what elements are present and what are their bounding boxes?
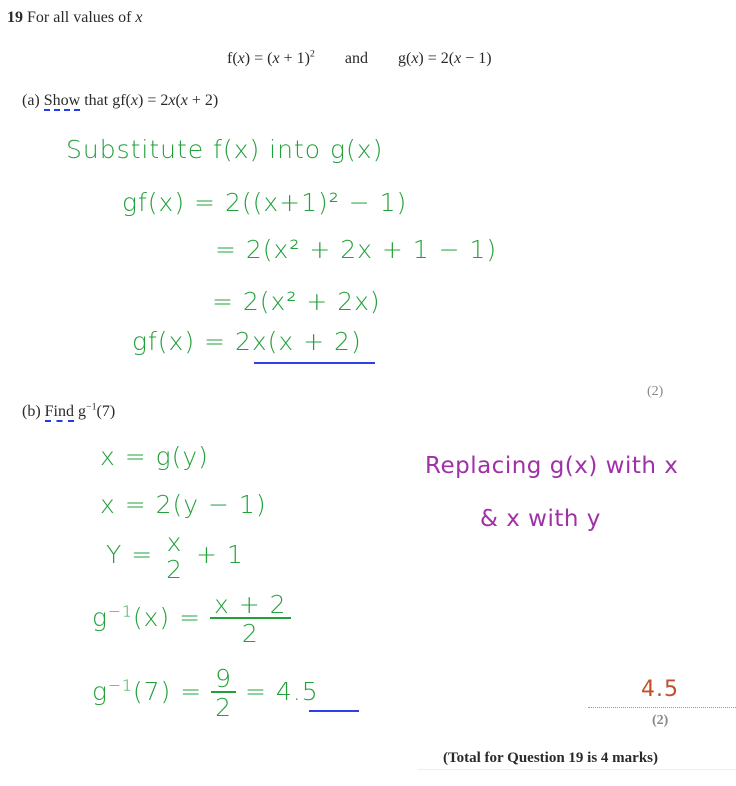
working-b-line-1: x = g(y) [100,442,209,471]
answer-b-underline [309,710,359,712]
fraction-x-over-2: x2 [166,528,184,584]
working-a-line-1: Substitute f(x) into g(x) [66,135,384,164]
command-word-show[interactable]: Show [43,92,81,111]
working-a-line-5: gf(x) = 2x(x + 2) [132,327,362,356]
part-a-prompt-text: that gf(x) = 2x(x + 2) [84,92,219,109]
part-b-prompt-text: g−1(7) [78,401,116,420]
working-a-line-2: gf(x) = 2((x+1)² − 1) [122,188,408,217]
working-b-line-4: g−1(x) = x + 22 [92,592,291,646]
g-definition: g(x) = 2(x − 1) [397,50,492,67]
part-b-marks: (2) [652,713,669,728]
note-line-2: & x with y [480,506,601,532]
answer-a-underline [254,362,375,364]
part-a-prompt: (a) Show that gf(x) = 2x(x + 2) [22,92,219,111]
question-number: 19 [7,9,23,26]
question-header: 19 For all values of x [7,9,143,27]
function-definitions: f(x) = (x + 1)2 and g(x) = 2(x − 1) [227,48,492,68]
note-line-1: Replacing g(x) with x [425,453,679,479]
bottom-rule [418,769,736,770]
answer-dotted-line [588,707,736,708]
working-b-line-2: x = 2(y − 1) [100,490,267,519]
fraction-x-plus-2-over-2: x + 22 [210,592,291,646]
fraction-9-over-2: 92 [211,666,237,720]
definition-connector: and [344,50,368,67]
working-a-line-4: = 2(x² + 2x) [212,287,381,316]
question-total: (Total for Question 19 is 4 marks) [443,750,659,766]
answer-b-value: 4.5 [275,677,319,706]
working-a-line-3: = 2(x² + 2x + 1 − 1) [215,235,498,264]
f-definition: f(x) = (x + 1)2 [227,48,315,67]
question-intro: For all values of x [27,9,143,26]
command-word-find[interactable]: Find [44,403,74,422]
part-a-label: (a) [22,92,40,109]
part-a-marks: (2) [647,384,664,399]
part-b-label: (b) [22,403,41,420]
answer-box-value[interactable]: 4.5 [641,677,679,702]
working-b-line-3: Y = x2 + 1 [106,528,244,584]
part-b-prompt: (b) Find g−1(7) [22,401,116,422]
working-b-line-5: g−1(7) = 92 = 4.5 [92,664,319,722]
